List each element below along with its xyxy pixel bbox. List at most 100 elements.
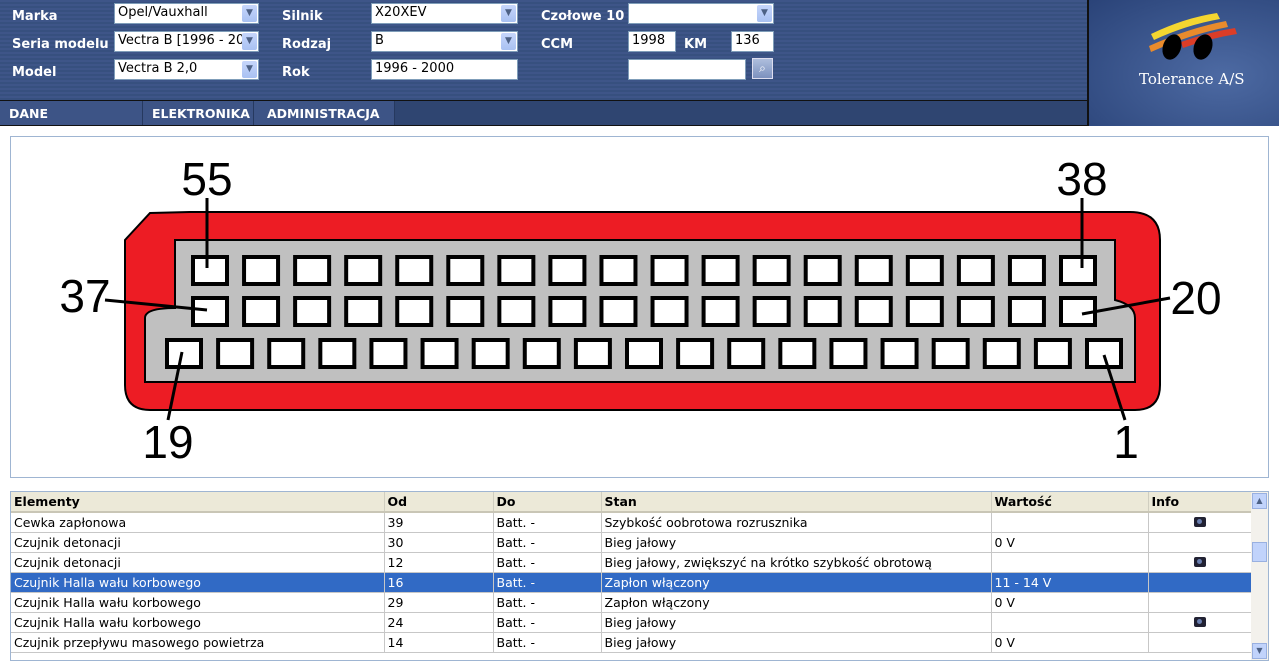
- table-row[interactable]: Cewka zapłonowa 39 Batt. - Szybkość oobroto…: [11, 512, 1253, 533]
- connector-pin: [1007, 255, 1046, 286]
- table-row[interactable]: Czujnik Halla wału korbowego 16 Batt. - Zap…: [11, 572, 1253, 593]
- rok-input[interactable]: 1996 - 2000: [371, 59, 518, 80]
- cell-do: Batt. -: [493, 592, 602, 613]
- cell-stan: Szybkość oobrotowa rozrusznika: [601, 512, 992, 533]
- cell-element: Czujnik Halla wału korbowego: [11, 592, 385, 613]
- connector-pin: [854, 255, 893, 286]
- connector-pin: [242, 255, 281, 286]
- km-label: KM: [684, 37, 708, 52]
- rodzaj-select[interactable]: B ▼: [371, 31, 518, 52]
- marka-select[interactable]: Opel/Vauxhall ▼: [114, 3, 259, 24]
- tab-elektronika[interactable]: ELEKTRONIKA: [143, 101, 254, 125]
- tab-dane-przegladu[interactable]: DANE PRZEGLąDU: [0, 101, 143, 147]
- cell-od: 39: [384, 512, 494, 533]
- chevron-down-icon[interactable]: ▼: [242, 33, 257, 50]
- connector-pin: [369, 338, 408, 369]
- km-input[interactable]: 136: [731, 31, 774, 52]
- pin-label-19: 19: [142, 416, 193, 468]
- rodzaj-label: Rodzaj: [282, 37, 332, 52]
- cell-do: Batt. -: [493, 632, 602, 653]
- column-header[interactable]: Wartość: [991, 492, 1149, 513]
- cell-wartosc: 0 V: [991, 592, 1149, 613]
- connector-pin: [191, 296, 229, 327]
- model-select[interactable]: Vectra B 2,0 ▼: [114, 59, 259, 80]
- scroll-up-button[interactable]: ▲: [1252, 493, 1267, 509]
- connector-pin: [420, 338, 459, 369]
- column-header[interactable]: Elementy: [11, 492, 385, 513]
- cell-info: [1148, 552, 1253, 573]
- connector-pin: [471, 338, 510, 369]
- chevron-down-icon[interactable]: ▼: [501, 5, 516, 22]
- seria-label: Seria modelu: [12, 37, 109, 52]
- connector-pin: [599, 255, 638, 286]
- connector-pin: [803, 296, 842, 327]
- connector-pin: [446, 255, 485, 286]
- seria-select[interactable]: Vectra B [1996 - 20 ▼: [114, 31, 259, 52]
- vertical-scrollbar[interactable]: ▲ ▼: [1251, 492, 1268, 660]
- cell-wartosc: [991, 612, 1149, 633]
- connector-pin: [395, 296, 434, 327]
- search-input[interactable]: [628, 59, 746, 80]
- silnik-value: X20XEV: [375, 5, 427, 20]
- chevron-down-icon[interactable]: ▼: [242, 61, 257, 78]
- table-row[interactable]: Czujnik detonacji 30 Batt. - Bieg jałowy 0 V: [11, 532, 1253, 553]
- cell-stan: Bieg jałowy: [601, 632, 992, 653]
- connector-pin: [344, 296, 383, 327]
- logo-mark-icon: [1149, 13, 1237, 60]
- connector-pin: [880, 338, 919, 369]
- cell-od: 30: [384, 532, 494, 553]
- czolowe-select[interactable]: ▼: [628, 3, 774, 24]
- column-header[interactable]: Stan: [601, 492, 992, 513]
- connector-pin: [905, 255, 944, 286]
- table-row[interactable]: Czujnik detonacji 12 Batt. - Bieg jałowy, z…: [11, 552, 1253, 573]
- column-header[interactable]: Do: [493, 492, 602, 513]
- model-value: Vectra B 2,0: [118, 61, 198, 76]
- pin-label-38: 38: [1056, 153, 1107, 205]
- cell-wartosc: 11 - 14 V: [991, 572, 1149, 593]
- cell-do: Batt. -: [493, 572, 602, 593]
- connector-pin: [344, 255, 383, 286]
- cell-stan: Bieg jałowy: [601, 532, 992, 553]
- cell-element: Czujnik Halla wału korbowego: [11, 612, 385, 633]
- connector-pin: [829, 338, 868, 369]
- connector-pin: [625, 338, 663, 369]
- connector-pin: [242, 296, 281, 327]
- scroll-thumb[interactable]: [1252, 542, 1267, 562]
- cell-stan: Zapłon włączony: [601, 592, 992, 613]
- connector-pin: [165, 338, 203, 369]
- connector-pin: [599, 296, 638, 327]
- ccm-input[interactable]: 1998: [628, 31, 676, 52]
- column-header[interactable]: Info: [1148, 492, 1253, 513]
- connector-pin: [1059, 255, 1097, 286]
- logo: Tolerance A/S: [1087, 0, 1279, 126]
- cell-info: [1148, 612, 1253, 633]
- search-button[interactable]: ⌕: [752, 58, 773, 79]
- camera-icon[interactable]: [1194, 556, 1206, 567]
- chevron-down-icon[interactable]: ▼: [501, 33, 516, 50]
- table-row[interactable]: Czujnik Halla wału korbowego 24 Batt. - Bie…: [11, 612, 1253, 633]
- table-row[interactable]: Czujnik przepływu masowego powietrza 14 Ba…: [11, 632, 1253, 653]
- camera-icon[interactable]: [1194, 616, 1206, 627]
- cell-info: [1148, 592, 1253, 613]
- scroll-down-button[interactable]: ▼: [1252, 643, 1267, 659]
- column-header[interactable]: Od: [384, 492, 494, 513]
- table-row[interactable]: Czujnik Halla wału korbowego 29 Batt. - Zap…: [11, 592, 1253, 613]
- chevron-down-icon[interactable]: ▼: [242, 5, 257, 22]
- connector-pin: [522, 338, 561, 369]
- cell-wartosc: 0 V: [991, 632, 1149, 653]
- table-header: Elementy Od Do Stan Wartość Info: [11, 492, 1253, 513]
- connector-pin: [803, 255, 842, 286]
- connector-pin: [676, 338, 715, 369]
- connector-pin: [701, 255, 740, 286]
- cell-wartosc: [991, 552, 1149, 573]
- silnik-select[interactable]: X20XEV ▼: [371, 3, 518, 24]
- camera-icon[interactable]: [1194, 516, 1206, 527]
- pin-label-20: 20: [1170, 272, 1221, 324]
- connector-pin: [446, 296, 485, 327]
- cell-od: 29: [384, 592, 494, 613]
- chevron-down-icon[interactable]: ▼: [757, 5, 772, 22]
- cell-info: [1148, 572, 1253, 593]
- tab-administracja[interactable]: ADMINISTRACJA: [254, 101, 395, 125]
- cell-wartosc: 0 V: [991, 532, 1149, 553]
- elements-table: Elementy Od Do Stan Wartość Info Cewka zapłon…: [10, 491, 1269, 661]
